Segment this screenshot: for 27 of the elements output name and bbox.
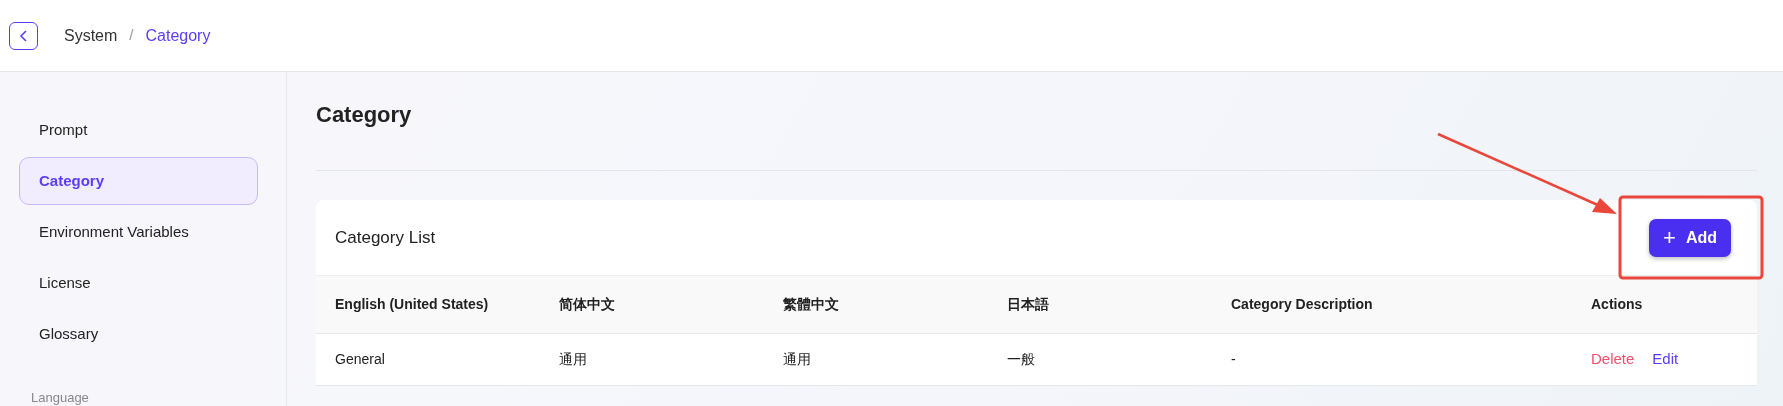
breadcrumb-link[interactable]: System (64, 23, 118, 48)
back-button[interactable] (9, 21, 38, 50)
table-cell: 通用 (540, 333, 764, 385)
add-button[interactable]: + Add (1649, 218, 1731, 257)
chevron-left-icon (18, 29, 29, 42)
sidebar-item[interactable]: Prompt (19, 106, 258, 154)
sidebar-item[interactable]: License (19, 259, 258, 307)
plus-icon: + (1663, 221, 1676, 254)
sidebar-item[interactable]: Environment Variables (19, 208, 258, 256)
page-title: Category (316, 72, 1757, 171)
column-header: 繁體中文 (764, 276, 988, 333)
table-cell: 一般 (988, 333, 1212, 385)
action-link[interactable]: Edit (1652, 347, 1679, 371)
table-cell: General (316, 333, 540, 385)
sidebar-item[interactable]: Glossary (19, 310, 258, 358)
breadcrumb-link[interactable]: Category (145, 23, 211, 48)
breadcrumb-separator: / (129, 25, 134, 46)
column-header: 日本語 (988, 276, 1212, 333)
table-cell: - (1212, 333, 1572, 385)
column-header: 简体中文 (540, 276, 764, 333)
table-cell: 通用 (764, 333, 988, 385)
section-label: Language (30, 389, 90, 406)
column-header: English (United States) (316, 276, 540, 333)
column-header: Actions (1572, 276, 1757, 333)
card-title: Category List (335, 226, 436, 249)
sidebar-item[interactable]: Category (19, 157, 258, 205)
column-header: Category Description (1212, 276, 1572, 333)
